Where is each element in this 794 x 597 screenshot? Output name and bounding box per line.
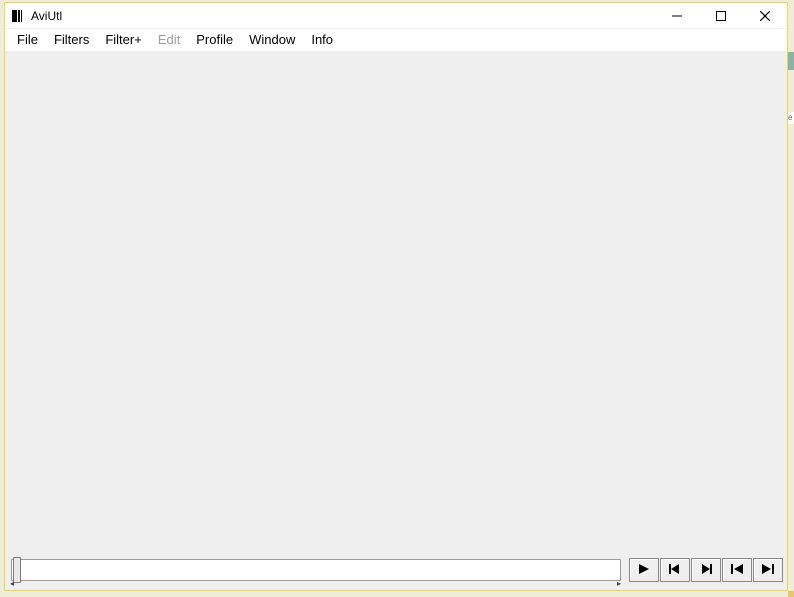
step-back-icon [667, 562, 683, 579]
playback-bar: ◂ ▸ [5, 556, 787, 590]
maximize-button[interactable] [699, 3, 743, 28]
background-decoration [788, 591, 794, 597]
minimize-button[interactable] [655, 3, 699, 28]
menu-edit: Edit [150, 30, 188, 49]
playback-buttons [629, 558, 783, 582]
menu-info[interactable]: Info [303, 30, 341, 49]
menu-filters[interactable]: Filters [46, 30, 97, 49]
menu-window[interactable]: Window [241, 30, 303, 49]
go-start-button[interactable] [722, 558, 752, 582]
step-forward-button[interactable] [691, 558, 721, 582]
step-back-button[interactable] [660, 558, 690, 582]
slider-tick-end: ▸ [617, 581, 622, 586]
titlebar[interactable]: AviUtl [5, 3, 787, 29]
timeline-slider[interactable]: ◂ ▸ [11, 559, 621, 581]
go-start-icon [729, 562, 745, 579]
step-forward-icon [698, 562, 714, 579]
go-end-button[interactable] [753, 558, 783, 582]
play-button[interactable] [629, 558, 659, 582]
play-icon [636, 562, 652, 579]
menu-file[interactable]: File [9, 30, 46, 49]
preview-area [5, 51, 787, 556]
slider-thumb[interactable] [13, 557, 21, 583]
app-icon [11, 9, 25, 23]
background-decoration: e [788, 112, 794, 124]
go-end-icon [760, 562, 776, 579]
window-controls [655, 3, 787, 28]
menu-profile[interactable]: Profile [188, 30, 241, 49]
menubar: File Filters Filter+ Edit Profile Window… [5, 29, 787, 51]
app-title: AviUtl [31, 9, 62, 23]
app-window: AviUtl File Filters Filter+ Edit Profile… [4, 2, 788, 591]
menu-filter-plus[interactable]: Filter+ [97, 30, 149, 49]
background-decoration [788, 52, 794, 70]
slider-tick-start: ◂ [10, 581, 15, 586]
close-button[interactable] [743, 3, 787, 28]
